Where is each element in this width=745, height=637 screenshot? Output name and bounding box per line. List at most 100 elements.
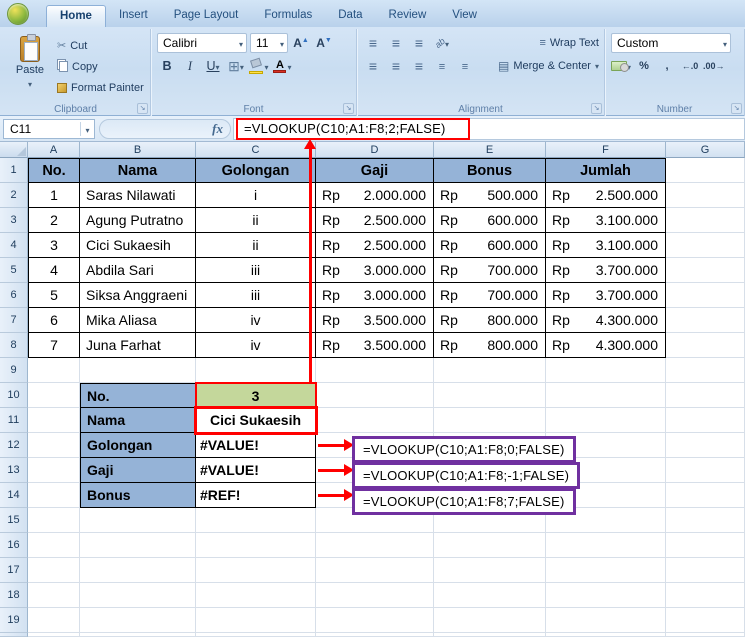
cell-A6[interactable]: 5 [28, 283, 80, 308]
formula-input[interactable]: =VLOOKUP(C10;A1:F8;2;FALSE) [233, 117, 745, 140]
cell-F18[interactable] [546, 583, 666, 608]
insert-function-button[interactable]: fx [212, 121, 223, 137]
cell-F5[interactable]: Rp 3.700.000 [546, 258, 666, 283]
cell-E7[interactable]: Rp 800.000 [434, 308, 546, 333]
accounting-format-button[interactable] [611, 56, 631, 76]
increase-decimal-button[interactable]: ←.0 [680, 56, 700, 76]
row-header-13[interactable]: 13 [0, 458, 28, 483]
cell-B20[interactable] [80, 633, 196, 637]
align-bottom-button[interactable] [409, 33, 429, 53]
cell-D5[interactable]: Rp 3.000.000 [316, 258, 434, 283]
cell-F6[interactable]: Rp 3.700.000 [546, 283, 666, 308]
comma-style-button[interactable]: , [657, 56, 677, 76]
cell-A14[interactable] [28, 483, 80, 508]
cell-G2[interactable] [666, 183, 745, 208]
cell-D7[interactable]: Rp 3.500.000 [316, 308, 434, 333]
cell-G12[interactable] [666, 433, 745, 458]
cell-G18[interactable] [666, 583, 745, 608]
cell-D2[interactable]: Rp 2.000.000 [316, 183, 434, 208]
align-right-button[interactable] [409, 56, 429, 76]
cell-E9[interactable] [434, 358, 546, 383]
column-header-C[interactable]: C [196, 142, 316, 158]
cell-B9[interactable] [80, 358, 196, 383]
format-painter-button[interactable]: Format Painter [57, 78, 144, 97]
cell-C16[interactable] [196, 533, 316, 558]
cell-G10[interactable] [666, 383, 745, 408]
cell-F7[interactable]: Rp 4.300.000 [546, 308, 666, 333]
row-header-11[interactable]: 11 [0, 408, 28, 433]
cell-G16[interactable] [666, 533, 745, 558]
cell-F12[interactable] [546, 433, 666, 458]
decrease-decimal-button[interactable]: .00→ [703, 56, 725, 76]
tab-review[interactable]: Review [376, 5, 440, 27]
align-center-button[interactable] [386, 56, 406, 76]
cell-D6[interactable]: Rp 3.000.000 [316, 283, 434, 308]
cell-F20[interactable] [546, 633, 666, 637]
cell-F2[interactable]: Rp 2.500.000 [546, 183, 666, 208]
column-header-D[interactable]: D [316, 142, 434, 158]
cell-D12[interactable] [316, 433, 434, 458]
cell-D1[interactable]: Gaji [316, 158, 434, 183]
tab-view[interactable]: View [439, 5, 490, 27]
cell-E19[interactable] [434, 608, 546, 633]
cell-C18[interactable] [196, 583, 316, 608]
cell-D16[interactable] [316, 533, 434, 558]
cell-E2[interactable]: Rp 500.000 [434, 183, 546, 208]
cell-B5[interactable]: Abdila Sari [80, 258, 196, 283]
cell-D14[interactable] [316, 483, 434, 508]
cell-A19[interactable] [28, 608, 80, 633]
cell-C12[interactable]: #VALUE! [196, 433, 316, 458]
column-header-G[interactable]: G [666, 142, 745, 158]
row-header-7[interactable]: 7 [0, 308, 28, 333]
cell-G5[interactable] [666, 258, 745, 283]
cell-B12[interactable]: Golongan [80, 433, 196, 458]
clipboard-dialog-launcher[interactable] [137, 103, 148, 114]
cell-C9[interactable] [196, 358, 316, 383]
cell-C4[interactable]: ii [196, 233, 316, 258]
cell-D17[interactable] [316, 558, 434, 583]
cell-B10[interactable]: No. [80, 383, 196, 408]
row-header-1[interactable]: 1 [0, 158, 28, 183]
cell-D15[interactable] [316, 508, 434, 533]
cell-A1[interactable]: No. [28, 158, 80, 183]
cell-E16[interactable] [434, 533, 546, 558]
cell-C20[interactable] [196, 633, 316, 637]
cell-F4[interactable]: Rp 3.100.000 [546, 233, 666, 258]
row-header-6[interactable]: 6 [0, 283, 28, 308]
column-header-E[interactable]: E [434, 142, 546, 158]
cell-B1[interactable]: Nama [80, 158, 196, 183]
cell-B18[interactable] [80, 583, 196, 608]
tab-home[interactable]: Home [46, 5, 106, 27]
row-header-14[interactable]: 14 [0, 483, 28, 508]
cell-A16[interactable] [28, 533, 80, 558]
orientation-button[interactable]: ab [432, 33, 452, 53]
merge-center-button[interactable]: Merge & Center [498, 57, 599, 76]
cell-A9[interactable] [28, 358, 80, 383]
row-header-15[interactable]: 15 [0, 508, 28, 533]
cell-B13[interactable]: Gaji [80, 458, 196, 483]
cell-F14[interactable] [546, 483, 666, 508]
align-left-button[interactable] [363, 56, 383, 76]
column-header-A[interactable]: A [28, 142, 80, 158]
cell-A13[interactable] [28, 458, 80, 483]
select-all-corner[interactable] [0, 142, 28, 158]
column-header-F[interactable]: F [546, 142, 666, 158]
cell-D3[interactable]: Rp 2.500.000 [316, 208, 434, 233]
tab-formulas[interactable]: Formulas [251, 5, 325, 27]
cell-E1[interactable]: Bonus [434, 158, 546, 183]
grow-font-button[interactable]: A▲ [291, 33, 311, 53]
underline-button[interactable]: U [203, 56, 223, 76]
cell-B3[interactable]: Agung Putratno [80, 208, 196, 233]
cell-C19[interactable] [196, 608, 316, 633]
row-header-8[interactable]: 8 [0, 333, 28, 358]
cell-F1[interactable]: Jumlah [546, 158, 666, 183]
cell-E5[interactable]: Rp 700.000 [434, 258, 546, 283]
paste-button[interactable]: Paste [7, 33, 53, 97]
alignment-dialog-launcher[interactable] [591, 103, 602, 114]
cell-E13[interactable] [434, 458, 546, 483]
cell-D13[interactable] [316, 458, 434, 483]
cell-E11[interactable] [434, 408, 546, 433]
cell-E3[interactable]: Rp 600.000 [434, 208, 546, 233]
fill-color-button[interactable] [249, 56, 269, 76]
row-header-5[interactable]: 5 [0, 258, 28, 283]
